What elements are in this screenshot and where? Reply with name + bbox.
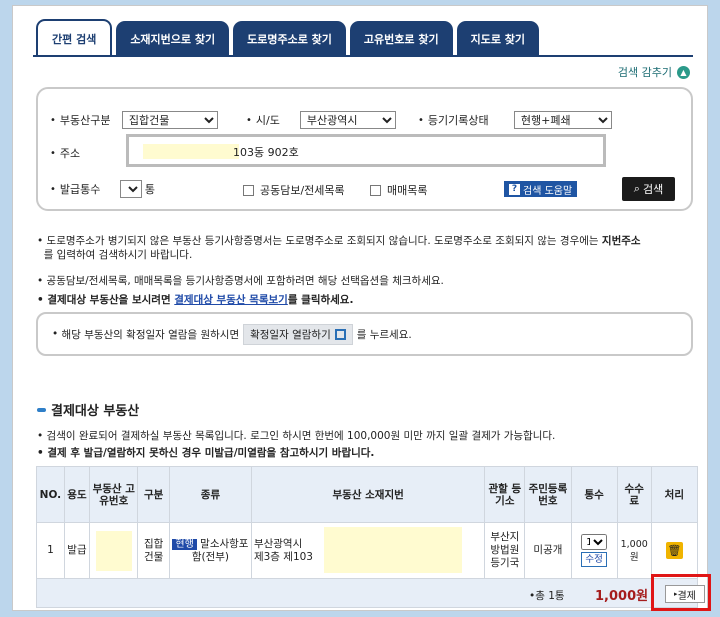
total-count: •총 1통 xyxy=(529,590,565,602)
tab-bar: 간편 검색 소재지번으로 찾기 도로명주소로 찾기 고유번호로 찾기 지도로 찾… xyxy=(36,17,543,57)
search-icon: ⌕ xyxy=(633,182,640,195)
section-info-1-text: 검색이 완료되어 결제하실 부동산 목록입니다. 로그인 하시면 한번에 100… xyxy=(46,430,556,442)
hide-search-toggle[interactable]: 검색 감추기 ▲ xyxy=(618,64,690,80)
search-help-button[interactable]: ? 검색 도움말 xyxy=(504,181,578,197)
section-info-1: • 검색이 완료되어 결제하실 부동산 목록입니다. 로그인 하시면 한번에 1… xyxy=(37,430,556,442)
cell-fee: 1,000원 xyxy=(616,522,652,579)
external-link-icon xyxy=(334,328,346,340)
qty-select[interactable]: 1 xyxy=(581,534,608,550)
kind-text: 말소사항포함(전부) xyxy=(191,537,249,563)
record-status-select[interactable]: 현행+폐쇄 xyxy=(513,111,612,129)
tab-divider xyxy=(33,55,693,57)
confirm-date-button[interactable]: 확정일자 열람하기 xyxy=(243,323,353,345)
chevron-up-icon: ▲ xyxy=(677,65,690,79)
notice-payment-list: • 결제대상 부동산을 보시려면 결제대상 부동산 목록보기를 클릭하세요. xyxy=(37,294,354,306)
col-fee: 수수료 xyxy=(616,466,652,523)
search-button[interactable]: ⌕ 검색 xyxy=(622,177,675,201)
status-badge: 현행 xyxy=(172,538,197,550)
joint-collateral-label: 공동담보/전세목록 xyxy=(260,184,345,197)
cell-use: 발급 xyxy=(63,522,91,579)
address-masked-block xyxy=(323,527,462,573)
tab-map[interactable]: 지도로 찾기 xyxy=(456,21,540,57)
address-label: 주소 xyxy=(59,147,81,160)
cell-qty: 1 수정 xyxy=(570,522,618,579)
trash-icon[interactable]: 🗑 xyxy=(665,542,683,559)
notice-text-1: 도로명주소가 병기되지 않은 부동산 등기사항증명서는 도로명주소로 조회되지 … xyxy=(46,235,599,247)
search-help-label: 검색 도움말 xyxy=(523,185,573,197)
col-no: NO. xyxy=(36,466,65,523)
total-amount: 1,000원 xyxy=(595,589,649,604)
payment-table: NO. 용도 부동산 고유번호 구분 종류 부동산 소재지번 관할 등기소 주민… xyxy=(36,466,699,579)
section-info-2: • 결제 후 발급/열람하지 못하신 경우 미발급/미열람을 참고하시기 바랍니… xyxy=(37,447,375,459)
cell-unique-number xyxy=(89,522,139,579)
col-division: 구분 xyxy=(137,466,170,523)
search-button-label: 검색 xyxy=(642,183,664,196)
property-type-label: 부동산구분 xyxy=(59,114,111,127)
col-unique-number: 부동산 고유번호 xyxy=(89,466,139,523)
confirm-date-panel: • 해당 부동산의 확정일자 열람을 원하시면 확정일자 열람하기 를 누르세요… xyxy=(36,312,693,356)
hide-search-label: 검색 감추기 xyxy=(617,66,672,79)
notice-text-3b: 를 클릭하세요. xyxy=(287,294,354,306)
issue-count-label: 발급통수 xyxy=(59,183,101,196)
table-row: 1 발급 집합 건물 현행 말소사항포함(전부) 부산광역시 제3층 제103 … xyxy=(36,522,699,579)
section-info-2-text: 결제 후 발급/열람하지 못하신 경우 미발급/미열람을 참고하시기 바랍니다. xyxy=(47,447,375,459)
cell-no: 1 xyxy=(36,522,65,579)
question-icon: ? xyxy=(509,183,520,195)
col-action: 처리 xyxy=(650,466,699,523)
confirm-date-text-end: 를 누르세요. xyxy=(356,328,412,341)
issue-count-select[interactable]: 1 xyxy=(119,180,142,198)
total-row: •총 1통 1,000원 ▸ 결제 xyxy=(36,578,705,608)
confirm-date-button-label: 확정일자 열람하기 xyxy=(250,328,331,341)
record-status-label: 등기기록상태 xyxy=(427,114,489,127)
notice-bold-lot: 지번주소 xyxy=(601,235,641,247)
address-masked xyxy=(143,144,239,159)
col-kind: 종류 xyxy=(168,466,252,523)
notice-text-3a: 결제대상 부동산을 보시려면 xyxy=(47,294,171,306)
modify-button[interactable]: 수정 xyxy=(581,552,607,567)
tab-lot-number[interactable]: 소재지번으로 찾기 xyxy=(116,21,230,57)
property-type-select[interactable]: 집합건물 xyxy=(121,111,218,129)
confirm-date-text: 해당 부동산의 확정일자 열람을 원하시면 xyxy=(61,328,240,341)
notice-road-address: • 도로명주소가 병기되지 않은 부동산 등기사항증명서는 도로명주소로 조회되… xyxy=(37,235,641,261)
address-input[interactable]: 103동 902호 xyxy=(126,134,606,167)
cell-address: 부산광역시 제3층 제103 xyxy=(250,522,486,579)
col-qty: 통수 xyxy=(570,466,618,523)
cell-rrn: 미공개 xyxy=(524,522,572,579)
tab-simple-search[interactable]: 간편 검색 xyxy=(36,19,113,57)
section-title-text: 결제대상 부동산 xyxy=(51,404,140,419)
section-title: 결제대상 부동산 xyxy=(37,400,139,419)
col-use: 용도 xyxy=(63,466,91,523)
col-address: 부동산 소재지번 xyxy=(250,466,486,523)
col-rrn: 주민등록번호 xyxy=(524,466,572,523)
notice-options: • 공동담보/전세목록, 매매목록을 등기사항증명서에 포함하려면 해당 선택옵… xyxy=(37,275,444,287)
highlight-frame xyxy=(651,574,711,611)
address-value: 103동 902호 xyxy=(233,146,299,159)
notice-text-2: 공동담보/전세목록, 매매목록을 등기사항증명서에 포함하려면 해당 선택옵션을… xyxy=(46,275,444,287)
payment-list-link[interactable]: 결제대상 부동산 목록보기 xyxy=(174,294,288,306)
joint-collateral-checkbox[interactable] xyxy=(243,184,254,196)
region-label: 시/도 xyxy=(255,114,280,127)
notice-text-1-end: 를 입력하여 검색하시기 바랍니다. xyxy=(43,249,193,261)
page: 간편 검색 소재지번으로 찾기 도로명주소로 찾기 고유번호로 찾기 지도로 찾… xyxy=(12,5,711,611)
cell-kind: 현행 말소사항포함(전부) xyxy=(168,522,252,579)
search-panel: • 부동산구분 집합건물 • 시/도 부산광역시 • 등기기록상태 현행+폐쇄 … xyxy=(36,87,693,211)
section-bar-icon xyxy=(37,407,46,412)
region-select[interactable]: 부산광역시 xyxy=(299,111,396,129)
sale-list-checkbox[interactable] xyxy=(370,184,381,196)
cell-division: 집합 건물 xyxy=(137,522,170,579)
tab-road-address[interactable]: 도로명주소로 찾기 xyxy=(233,21,346,57)
cell-office: 부산지방법원등기국 xyxy=(484,522,526,579)
sale-list-label: 매매목록 xyxy=(387,184,428,197)
issue-count-unit: 통 xyxy=(144,183,156,196)
cell-action: 🗑 xyxy=(650,522,699,579)
col-office: 관할 등기소 xyxy=(484,466,526,523)
tab-unique-number[interactable]: 고유번호로 찾기 xyxy=(349,21,453,57)
